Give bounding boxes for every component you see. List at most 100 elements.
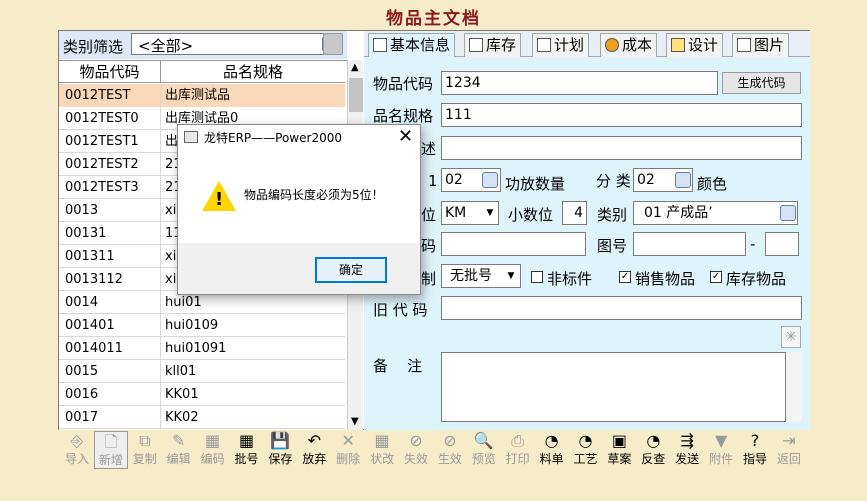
item-code-cell: 001311	[59, 245, 161, 268]
column-header-code[interactable]: 物品代码	[59, 61, 161, 83]
toolbar-label: 反查	[641, 452, 666, 466]
database-icon[interactable]	[780, 205, 796, 221]
table-row[interactable]: 0015 kll01	[59, 360, 345, 383]
toolbar-label: 预览	[471, 452, 496, 466]
scroll-thumb[interactable]	[349, 78, 363, 112]
drawing-input[interactable]	[633, 232, 746, 256]
item-code-cell: 0012TEST0	[59, 107, 161, 130]
toolbar-button-status[interactable]: ▦ 状改	[365, 431, 399, 469]
category-input[interactable]: 01 产成品’	[633, 201, 798, 225]
scroll-up-icon[interactable]: ▲	[351, 62, 359, 73]
table-row[interactable]: 001401 hui0109	[59, 314, 345, 337]
scroll-down-icon[interactable]: ▼	[351, 416, 359, 427]
sales-checkbox[interactable]: ✓	[619, 271, 631, 283]
tab-inventory[interactable]: 库存	[464, 33, 522, 57]
toolbar-button-undo[interactable]: ↶ 放弃	[297, 431, 331, 469]
drawing-separator: -	[750, 235, 756, 253]
toolbar-label: 指导	[742, 452, 767, 466]
toolbar-button-import[interactable]: ⎆ 导入	[60, 431, 94, 469]
toolbar-button-code[interactable]: ▦ 编码	[196, 431, 230, 469]
ok-button[interactable]: 确定	[315, 257, 387, 283]
tab-label: 基本信息	[390, 36, 451, 54]
batch-value: 无批号	[450, 268, 492, 284]
tab-label: 成本	[622, 36, 653, 54]
unit-label: 位	[421, 206, 437, 224]
toolbar-button-help[interactable]: ? 指导	[738, 431, 772, 469]
inventory-icon	[469, 38, 483, 52]
asterisk-button[interactable]: ✳	[781, 326, 801, 348]
tab-plan[interactable]: 计划	[532, 33, 590, 57]
item-name-input[interactable]: 111	[441, 103, 802, 127]
decimal-input[interactable]: 4	[562, 201, 587, 225]
toolbar-label: 导入	[64, 452, 89, 466]
database-icon[interactable]	[482, 172, 498, 188]
unit-value: KM	[445, 205, 467, 221]
table-row[interactable]: 0017 KK02	[59, 406, 345, 429]
close-icon[interactable]: ✕	[398, 126, 413, 147]
toolbar-button-filter[interactable]: ▼ 附件	[704, 431, 738, 469]
chevron-down-icon[interactable]: ▼	[503, 266, 519, 286]
oldcode-input[interactable]	[441, 296, 802, 320]
tab-bar: 基本信息 库存 计划 成本 设计 图片	[364, 31, 810, 57]
item-code-cell: 0012TEST1	[59, 130, 161, 153]
toolbar-button-reverse-lookup[interactable]: ◔ 反查	[636, 431, 670, 469]
tab-basic-info[interactable]: 基本信息	[368, 33, 456, 57]
class1-value: 02	[445, 172, 463, 188]
save-icon: 💾	[270, 431, 291, 450]
warning-mark: !	[215, 189, 224, 210]
toolbar-button-edit[interactable]: ✎ 编辑	[162, 431, 196, 469]
column-header-name[interactable]: 品名规格	[161, 61, 345, 83]
toolbar-button-bom[interactable]: ◔ 料单	[535, 431, 569, 469]
item-code-cell: 0014011	[59, 337, 161, 360]
nonstd-checkbox[interactable]	[531, 271, 543, 283]
item-name-cell: KK01	[165, 387, 199, 402]
remark-textarea[interactable]	[441, 352, 786, 422]
sales-label: 销售物品	[635, 270, 696, 288]
item-name-cell: 出库测试品	[161, 84, 345, 107]
gongfang-label: 功放数量	[505, 175, 566, 193]
toolbar-label: 草案	[607, 452, 632, 466]
database-icon[interactable]	[675, 172, 691, 188]
toolbar-button-invalid[interactable]: ⊘ 失效	[399, 431, 433, 469]
generate-code-button[interactable]: 生成代码	[722, 72, 801, 94]
document-icon	[373, 38, 387, 52]
class2-value: 02	[637, 172, 655, 188]
invalid-icon: ⊘	[409, 431, 423, 450]
filter-icon: ▼	[714, 431, 728, 450]
reverse-lookup-icon: ◔	[646, 431, 661, 450]
tab-label: 计划	[554, 36, 585, 54]
toolbar-button-delete[interactable]: ✕ 删除	[331, 431, 365, 469]
description-input[interactable]	[441, 136, 802, 160]
toolbar-button-save[interactable]: 💾 保存	[263, 431, 297, 469]
stock-checkbox[interactable]: ✓	[710, 271, 722, 283]
toolbar-button-draft[interactable]: ▣ 草案	[602, 431, 636, 469]
toolbar-label: 生效	[437, 452, 462, 466]
table-row[interactable]: 0014011 hui01091	[59, 337, 345, 360]
tab-cost[interactable]: 成本	[600, 33, 658, 57]
toolbar-button-batch[interactable]: ▦ 批号	[230, 431, 264, 469]
toolbar-button-exit[interactable]: ⇥ 返回	[772, 431, 806, 469]
category-filter-combo[interactable]: <全部>	[131, 33, 341, 55]
toolbar-button-process[interactable]: ◔ 工艺	[569, 431, 603, 469]
table-row[interactable]: 0016 KK01	[59, 383, 345, 406]
chevron-down-icon[interactable]: ▼	[482, 203, 498, 223]
drawing-suffix-input[interactable]	[765, 232, 799, 256]
toolbar-button-valid[interactable]: ⊘ 生效	[433, 431, 467, 469]
toolbar-button-print[interactable]: ⎙ 打印	[501, 431, 535, 469]
filter-clear-button[interactable]	[323, 33, 343, 55]
item-code-input[interactable]: 1234	[441, 71, 718, 95]
toolbar-button-new-document[interactable]: 🗋 新增	[93, 431, 128, 469]
remark-scrollbar[interactable]	[786, 352, 802, 422]
tab-design[interactable]: 设计	[666, 33, 724, 57]
name-label: 品名规格	[373, 107, 434, 125]
tab-picture[interactable]: 图片	[732, 33, 790, 57]
table-row[interactable]: 0012TEST 出库测试品	[59, 84, 345, 107]
toolbar-button-copy[interactable]: ⧉ 复制	[128, 431, 162, 469]
toolbar-button-preview[interactable]: 🔍 预览	[467, 431, 501, 469]
category-label: 类别	[597, 206, 628, 224]
toolbar-button-send[interactable]: ⇶ 发送	[670, 431, 704, 469]
help-icon: ?	[750, 431, 760, 450]
code2-input[interactable]	[441, 232, 586, 256]
preview-icon: 🔍	[473, 431, 494, 450]
class1-label: 1	[428, 172, 438, 190]
